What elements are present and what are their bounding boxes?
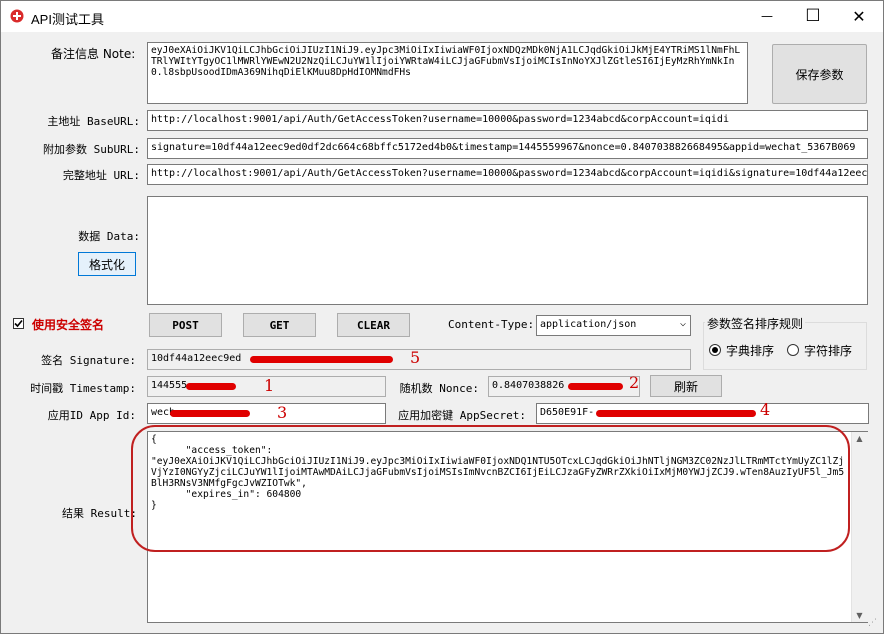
redaction-mark [568, 383, 623, 390]
note-textarea[interactable]: eyJ0eXAiOiJKV1QiLCJhbGciOiJIUzI1NiJ9.eyJ… [147, 42, 748, 104]
annotation-number: 1 [264, 376, 275, 395]
result-label-cn: 结果 Result: [62, 505, 137, 521]
annotation-number: 3 [277, 403, 288, 422]
annotation-circle [131, 425, 850, 552]
window-title: API测试工具 [31, 12, 104, 27]
char-sort-label: 字符排序 [804, 344, 853, 358]
char-sort-radio[interactable] [787, 344, 799, 356]
timestamp-label: 时间戳 Timestamp: [30, 382, 136, 395]
get-button[interactable]: GET [243, 313, 316, 337]
format-button[interactable]: 格式化 [78, 252, 136, 276]
content-type-select[interactable]: application/json ⌵ [536, 315, 691, 336]
post-button[interactable]: POST [149, 313, 222, 337]
base-url-label: 主地址 BaseURL: [47, 115, 140, 128]
signature-label: 签名 Signature: [41, 354, 136, 367]
app-id-label: 应用ID App Id: [47, 409, 136, 422]
result-scrollbar[interactable]: ▲ ▼ [851, 432, 868, 622]
nonce-label: 随机数 Nonce: [399, 382, 479, 395]
content-type-value: application/json [540, 319, 637, 330]
app-secret-label: 应用加密键 AppSecret: [398, 409, 526, 422]
data-label: 数据 Data: [78, 230, 140, 243]
redaction-mark [170, 410, 250, 417]
save-params-button[interactable]: 保存参数 [772, 44, 867, 104]
maximize-button[interactable]: ☐ [790, 1, 836, 31]
chevron-down-icon: ⌵ [679, 318, 686, 329]
redaction-mark [250, 356, 393, 363]
annotation-number: 5 [410, 348, 421, 367]
close-icon: ✕ [852, 6, 866, 26]
radio-dot-icon [712, 347, 718, 353]
scroll-up-icon[interactable]: ▲ [852, 434, 867, 443]
result-label: 结果 Result: [62, 507, 137, 520]
maximize-icon: ☐ [805, 6, 821, 26]
full-url-label: 完整地址 URL: [62, 169, 140, 182]
minimize-button[interactable]: — [744, 1, 790, 31]
sort-rule-title: 参数签名排序规则 [705, 315, 806, 332]
clear-button[interactable]: CLEAR [337, 313, 410, 337]
dictionary-sort-label: 字典排序 [726, 344, 775, 358]
minimize-icon: — [761, 9, 773, 23]
redaction-mark [186, 383, 236, 390]
note-label: 备注信息 Note: [51, 47, 136, 61]
check-icon [14, 319, 23, 328]
redaction-mark [596, 410, 756, 417]
resize-grip-icon[interactable]: ⋰ [868, 618, 877, 628]
full-url-input[interactable]: http://localhost:9001/api/Auth/GetAccess… [147, 164, 868, 185]
secure-sign-label: 使用安全签名 [32, 318, 105, 332]
scroll-down-icon[interactable]: ▼ [852, 611, 867, 620]
app-icon [10, 9, 24, 23]
base-url-input[interactable]: http://localhost:9001/api/Auth/GetAccess… [147, 110, 868, 131]
annotation-number: 2 [629, 373, 640, 392]
sub-url-input[interactable]: signature=10df44a12eec9ed0df2dc664c68bff… [147, 138, 868, 159]
data-textarea[interactable] [147, 196, 868, 305]
content-type-label: Content-Type: [448, 318, 535, 331]
dictionary-sort-radio[interactable] [709, 344, 721, 356]
close-button[interactable]: ✕ [836, 1, 882, 31]
sub-url-label: 附加参数 SubURL: [43, 143, 140, 156]
annotation-number: 4 [760, 400, 771, 419]
secure-sign-checkbox[interactable] [13, 318, 24, 329]
refresh-button[interactable]: 刷新 [650, 375, 722, 397]
